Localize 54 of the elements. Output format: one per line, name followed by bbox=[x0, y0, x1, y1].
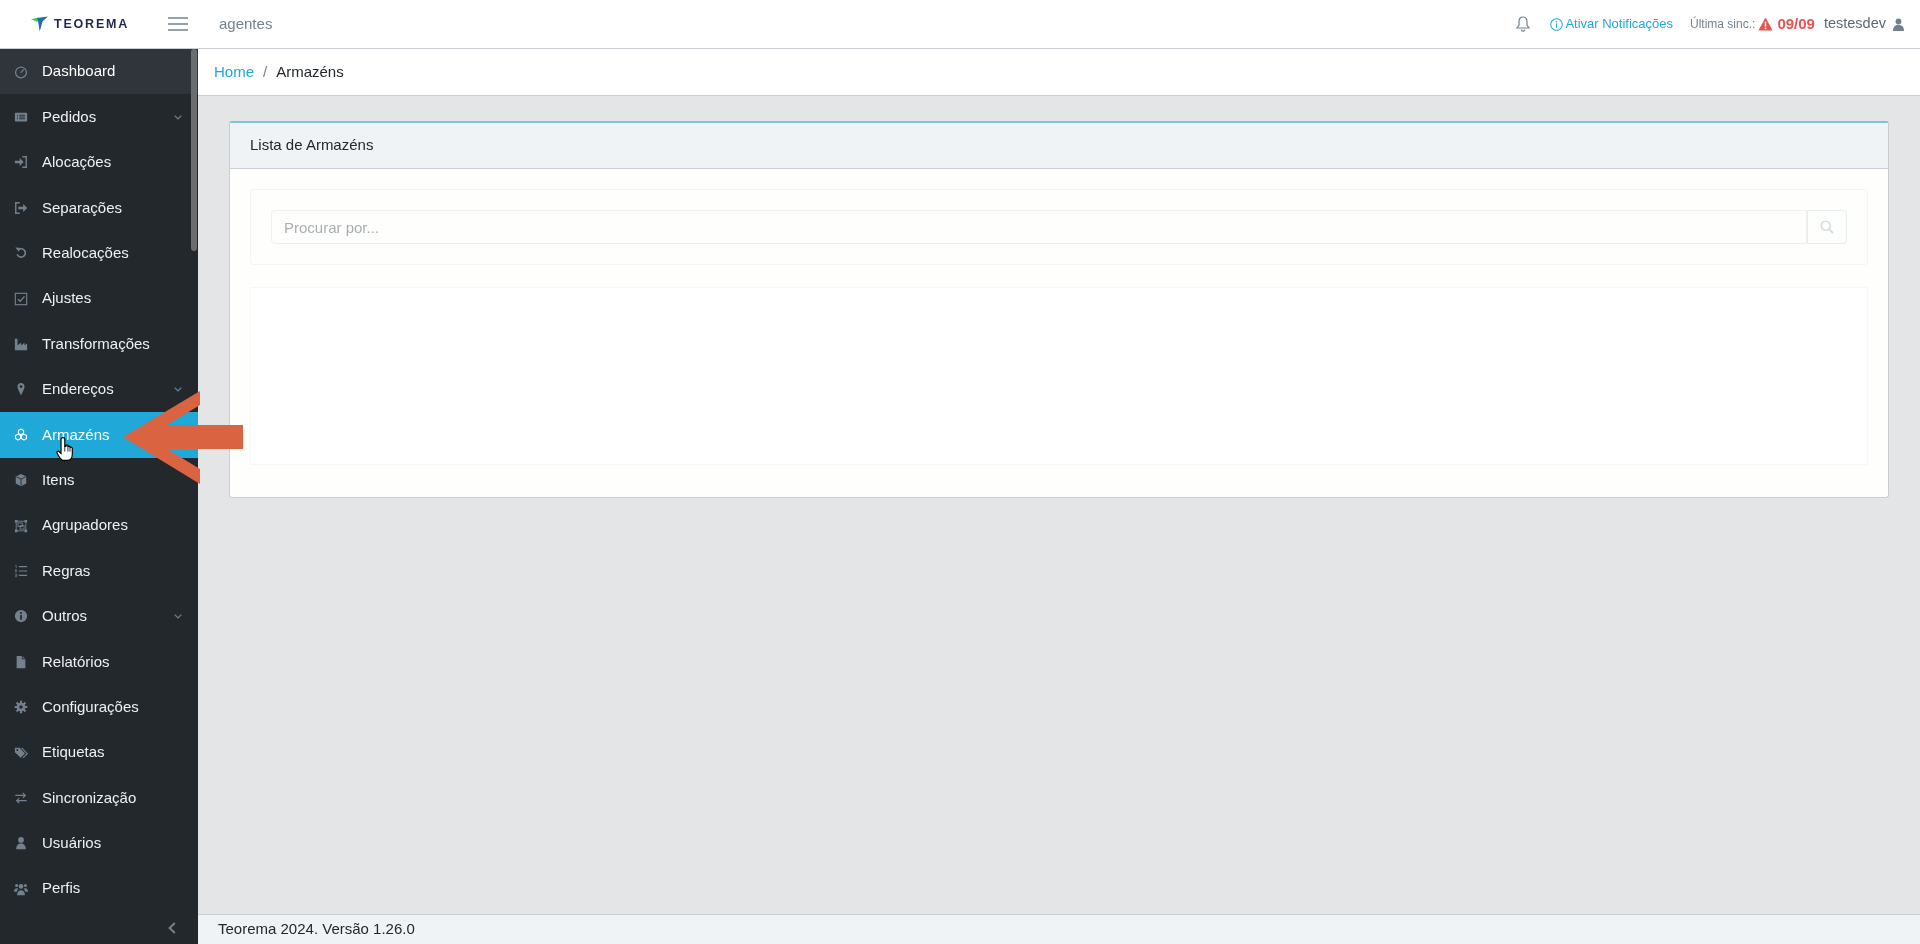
checkbox-icon bbox=[14, 291, 28, 306]
breadcrumb-current: Armazéns bbox=[276, 61, 344, 82]
card-title: Lista de Armazéns bbox=[250, 135, 374, 156]
users-icon bbox=[14, 881, 28, 896]
sidebar-item[interactable]: Usuários bbox=[0, 820, 198, 867]
logo-text: TEOREMA bbox=[54, 17, 130, 31]
sidebar-item[interactable]: Dashboard bbox=[0, 49, 198, 95]
bell-icon[interactable] bbox=[1516, 16, 1531, 32]
user-icon bbox=[1893, 17, 1904, 31]
file-icon bbox=[14, 654, 28, 669]
sidebar-item[interactable]: Relatórios bbox=[0, 639, 198, 685]
group-icon bbox=[14, 518, 28, 533]
swap-arrows-icon bbox=[14, 790, 28, 805]
sidebar-item[interactable]: Agrupadores bbox=[0, 502, 198, 549]
search-button[interactable] bbox=[1807, 210, 1847, 244]
sidebar-item[interactable]: Itens bbox=[0, 457, 198, 503]
search-field[interactable]: Procurar por... bbox=[271, 210, 1807, 244]
tags-icon bbox=[14, 745, 28, 760]
logo-icon bbox=[31, 16, 48, 32]
section-title: agentes bbox=[219, 13, 273, 34]
numbered-list-icon bbox=[14, 564, 28, 578]
user-icon bbox=[14, 836, 28, 851]
sync-date: 09/09 bbox=[1777, 13, 1815, 34]
sidebar-item[interactable]: Regras bbox=[0, 548, 198, 594]
sidebar-item[interactable]: Alocações bbox=[0, 139, 198, 186]
menu-icon[interactable] bbox=[168, 17, 188, 31]
sidebar-item[interactable]: Perfis bbox=[0, 866, 198, 912]
cubes-icon bbox=[14, 427, 28, 442]
sidebar-item[interactable]: Sincronização bbox=[0, 775, 198, 821]
sidebar-item[interactable]: Outros bbox=[0, 593, 198, 640]
sidebar-item[interactable]: Ajustes bbox=[0, 275, 198, 322]
gear-icon bbox=[14, 700, 28, 715]
sync-label: Última sinc.: bbox=[1690, 15, 1756, 33]
factory-icon bbox=[14, 337, 28, 352]
gauge-icon bbox=[14, 64, 28, 79]
sidebar-item[interactable]: Separações bbox=[0, 185, 198, 231]
sidebar-item[interactable]: Realocações bbox=[0, 230, 198, 276]
info-icon bbox=[1550, 17, 1564, 31]
cube-icon bbox=[14, 473, 28, 488]
sidebar-item[interactable]: Pedidos bbox=[0, 94, 198, 140]
info-icon bbox=[14, 609, 28, 624]
search-icon bbox=[1820, 220, 1834, 234]
sign-out-icon bbox=[14, 200, 28, 215]
breadcrumb-separator: / bbox=[262, 61, 269, 82]
footer-text: Teorema 2024. Versão 1.26.0 bbox=[218, 919, 415, 940]
sign-in-icon bbox=[14, 155, 28, 170]
user-menu[interactable]: testesdev bbox=[1823, 13, 1904, 35]
chevron-left-icon[interactable] bbox=[168, 921, 176, 934]
sidebar-item[interactable]: Endereços bbox=[0, 366, 198, 413]
sidebar-item[interactable]: Etiquetas bbox=[0, 729, 198, 776]
scrollbar-thumb[interactable] bbox=[191, 49, 197, 251]
undo-icon bbox=[14, 246, 28, 261]
sidebar-item[interactable]: Configurações bbox=[0, 684, 198, 730]
sidebar-item[interactable]: Transformações bbox=[0, 321, 198, 367]
